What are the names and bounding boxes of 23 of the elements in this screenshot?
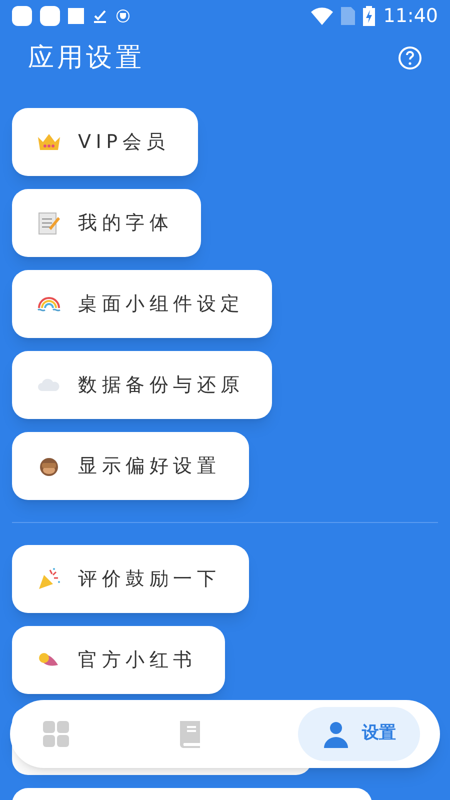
settings-item[interactable]: 桌面小组件设定 <box>12 270 272 338</box>
status-time: 11:40 <box>383 4 438 29</box>
grid-icon <box>42 720 70 748</box>
settings-item[interactable]: VIP会员 <box>12 108 198 176</box>
notification-icon <box>40 6 60 26</box>
wifi-icon <box>311 7 334 25</box>
party-popper-icon <box>36 566 62 592</box>
nav-tab[interactable]: 设置 <box>298 707 420 761</box>
notification-icon <box>68 8 84 24</box>
help-icon[interactable] <box>398 46 422 70</box>
battery-charging-icon <box>363 6 376 26</box>
notification-icon <box>12 6 32 26</box>
download-done-icon <box>92 8 108 24</box>
memo-icon <box>36 210 62 236</box>
settings-item[interactable]: 数据备份与还原 <box>12 351 272 419</box>
settings-item[interactable]: 官方小红书 <box>12 626 225 694</box>
settings-item[interactable]: 显示偏好设置 <box>12 432 248 500</box>
no-sim-icon <box>341 7 356 25</box>
settings-item[interactable]: 我的字体 <box>12 189 201 257</box>
page-title: 应用设置 <box>28 42 144 74</box>
settings-item[interactable]: 评价鼓励一下 <box>12 545 248 613</box>
person-icon <box>322 720 350 748</box>
shield-icon <box>116 9 130 23</box>
